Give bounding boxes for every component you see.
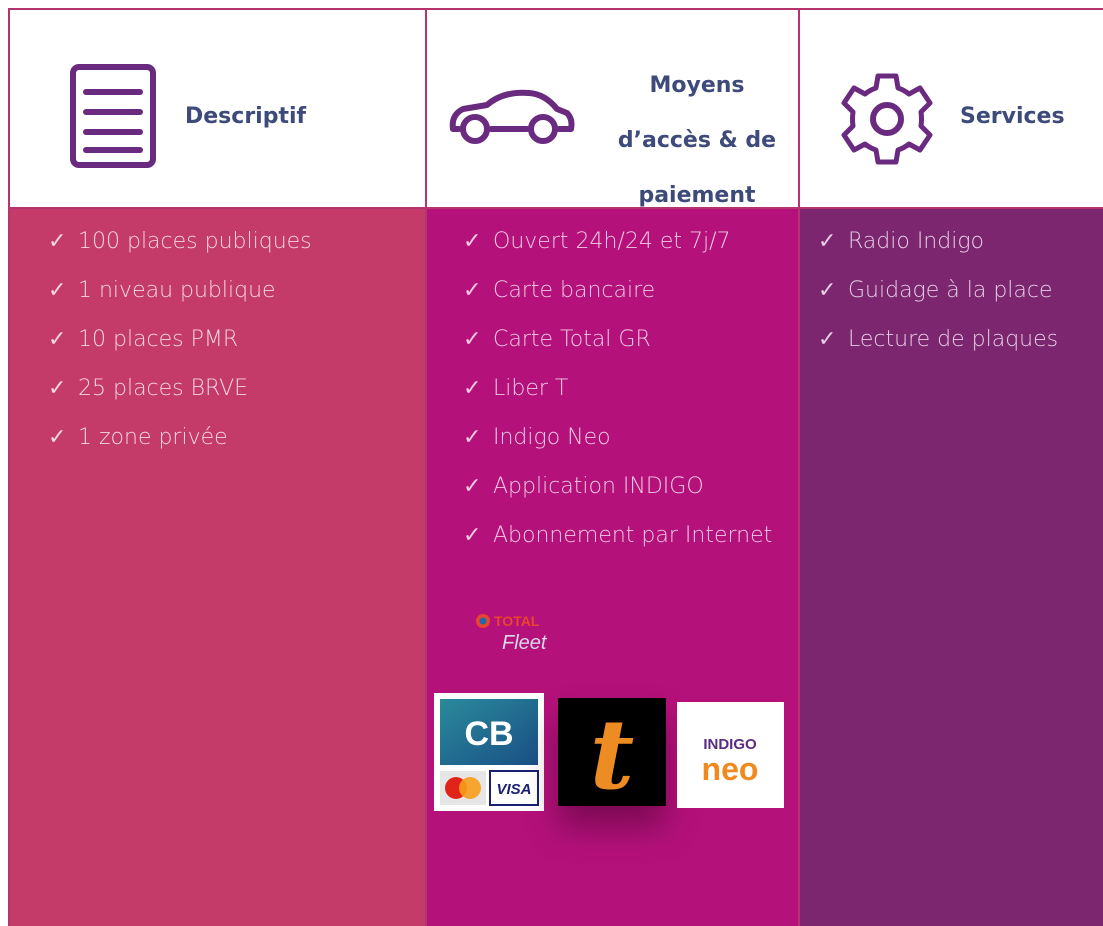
- svg-text:t: t: [590, 698, 634, 806]
- svg-text:VISA: VISA: [496, 781, 531, 798]
- total-fleet-logo: TOTAL Fleet: [476, 613, 548, 654]
- check-icon: ✓: [463, 376, 482, 401]
- list-item: ✓ 100 places publiques: [48, 217, 312, 266]
- list-item: ✓ Carte Total GR: [463, 315, 800, 364]
- list-item: ✓ Liber T: [463, 364, 800, 413]
- svg-text:Fleet: Fleet: [502, 632, 548, 654]
- list-item: ✓ Lecture de plaques: [818, 315, 1103, 364]
- check-icon: ✓: [463, 278, 482, 303]
- header-services: Services: [798, 8, 1103, 209]
- feature-list: ✓ Ouvert 24h/24 et 7j/7 ✓ Carte bancaire ✓…: [463, 217, 800, 560]
- svg-text:neo: neo: [702, 751, 759, 787]
- car-icon: [449, 89, 575, 144]
- column-services: Services ✓ Radio Indigo ✓ Guidage à la pla…: [798, 0, 1103, 926]
- check-icon: ✓: [48, 327, 67, 352]
- check-icon: ✓: [48, 229, 67, 254]
- list-item: ✓ Indigo Neo: [463, 413, 800, 462]
- check-icon: ✓: [818, 327, 837, 352]
- liber-t-logo: t: [558, 698, 666, 806]
- svg-text:CB: CB: [464, 715, 513, 753]
- header-descriptif: Descriptif: [8, 8, 425, 209]
- gear-icon: [841, 73, 933, 165]
- info-table: Descriptif ✓ 100 places publiques ✓ 1 nive…: [0, 0, 1103, 926]
- check-icon: ✓: [818, 229, 837, 254]
- check-icon: ✓: [48, 278, 67, 303]
- list-item: ✓ 1 zone privée: [48, 413, 312, 462]
- column-descriptif: Descriptif ✓ 100 places publiques ✓ 1 nive…: [8, 0, 425, 926]
- list-item: ✓ Application INDIGO: [463, 462, 800, 511]
- list-item: ✓ Guidage à la place: [818, 266, 1103, 315]
- check-icon: ✓: [463, 327, 482, 352]
- header-title: Services: [960, 104, 1065, 129]
- header-moyens-acces: Moyens d’accès & de paiement: [425, 8, 798, 209]
- list-item: ✓ 25 places BRVE: [48, 364, 312, 413]
- feature-list: ✓ Radio Indigo ✓ Guidage à la place ✓ Lectu…: [818, 217, 1103, 364]
- list-item: ✓ Carte bancaire: [463, 266, 800, 315]
- check-icon: ✓: [463, 425, 482, 450]
- check-icon: ✓: [463, 523, 482, 548]
- check-icon: ✓: [48, 376, 67, 401]
- column-moyens-acces: Moyens d’accès & de paiement ✓ Ouvert 24h…: [425, 0, 798, 926]
- cb-visa-logo: CB VISA: [434, 693, 544, 811]
- list-item: ✓ Ouvert 24h/24 et 7j/7: [463, 217, 800, 266]
- list-item: ✓ Radio Indigo: [818, 217, 1103, 266]
- check-icon: ✓: [48, 425, 67, 450]
- check-icon: ✓: [463, 229, 482, 254]
- list-item: ✓ Abonnement par Internet: [463, 511, 800, 560]
- indigo-neo-logo: INDIGO neo: [677, 702, 784, 808]
- body-services: ✓ Radio Indigo ✓ Guidage à la place ✓ Lectu…: [798, 209, 1103, 926]
- feature-list: ✓ 100 places publiques ✓ 1 niveau publique…: [48, 217, 312, 462]
- list-item: ✓ 1 niveau publique: [48, 266, 312, 315]
- header-title: Moyens d’accès & de paiement: [617, 73, 777, 208]
- body-descriptif: ✓ 100 places publiques ✓ 1 niveau publique…: [8, 209, 425, 926]
- header-title: Descriptif: [185, 104, 307, 129]
- list-item: ✓ 10 places PMR: [48, 315, 312, 364]
- check-icon: ✓: [463, 474, 482, 499]
- body-moyens-acces: ✓ Ouvert 24h/24 et 7j/7 ✓ Carte bancaire ✓…: [425, 209, 798, 926]
- check-icon: ✓: [818, 278, 837, 303]
- document-list-icon: [70, 64, 156, 168]
- svg-text:TOTAL: TOTAL: [494, 613, 540, 629]
